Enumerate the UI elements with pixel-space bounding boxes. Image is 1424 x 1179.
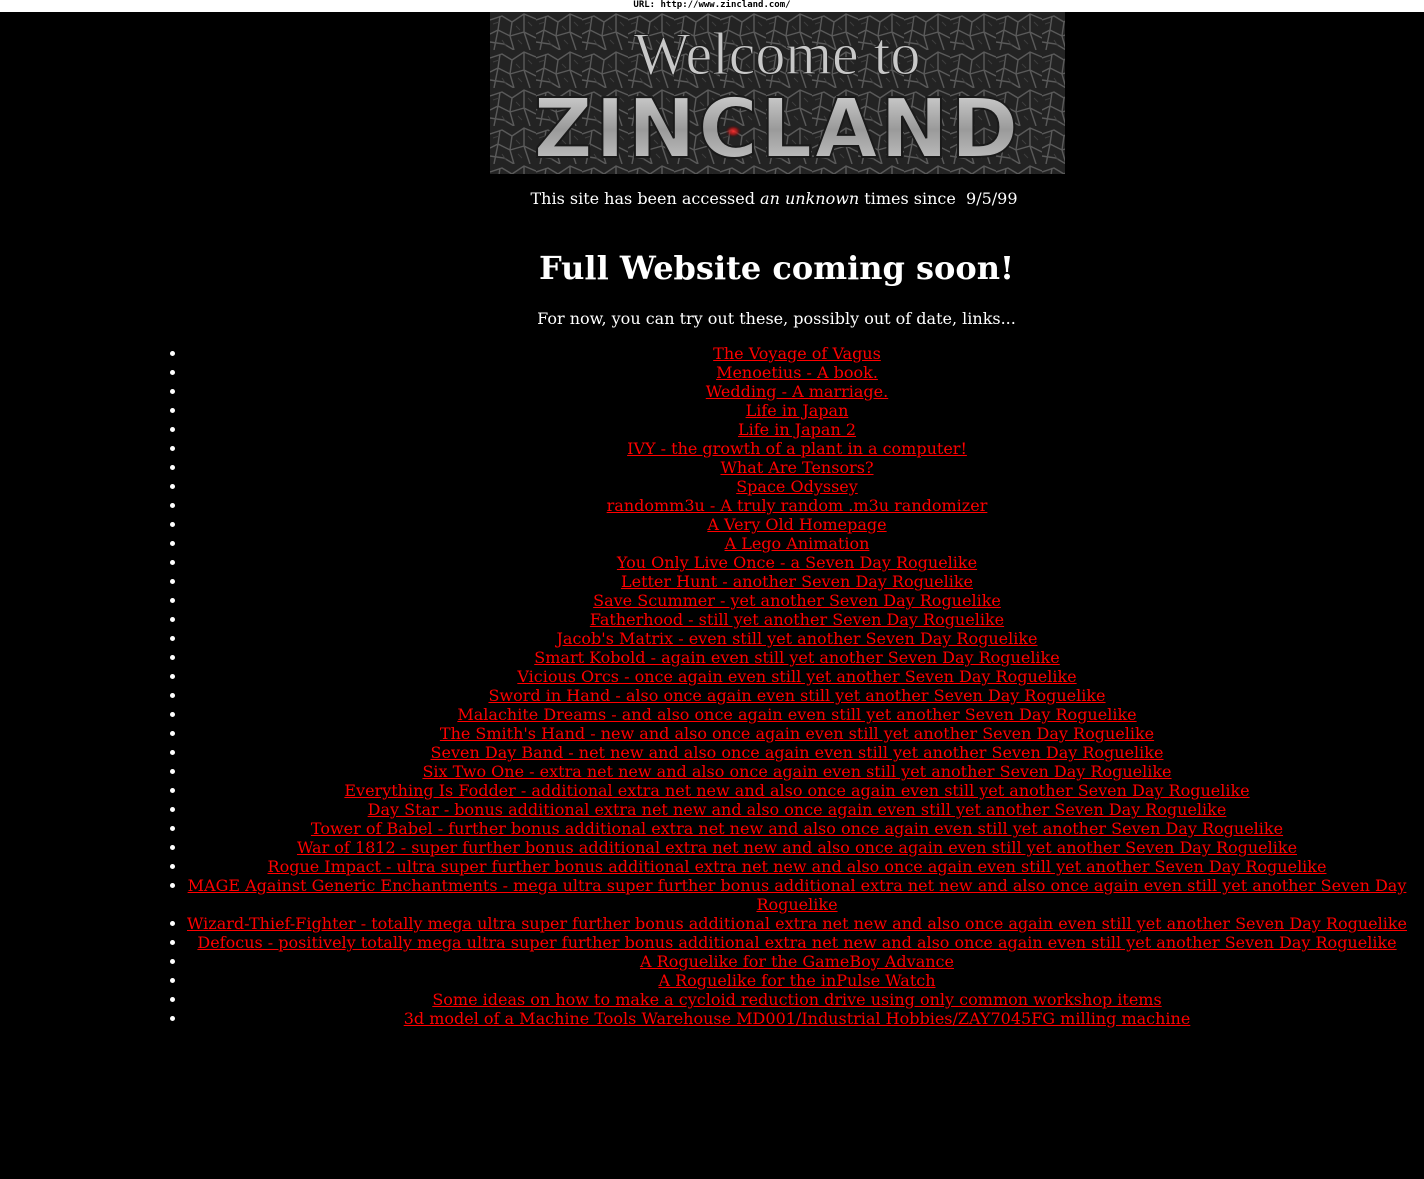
project-link[interactable]: Six Two One - extra net new and also onc… — [422, 762, 1171, 781]
project-link[interactable]: IVY - the growth of a plant in a compute… — [627, 439, 967, 458]
intro-text: For now, you can try out these, possibly… — [537, 309, 1016, 328]
project-link[interactable]: Jacob's Matrix - even still yet another … — [557, 629, 1038, 648]
list-item: Tower of Babel - further bonus additiona… — [187, 819, 1407, 838]
project-link[interactable]: Menoetius - A book. — [716, 363, 878, 382]
list-item: Six Two One - extra net new and also onc… — [187, 762, 1407, 781]
list-item: Rogue Impact - ultra super further bonus… — [187, 857, 1407, 876]
project-link[interactable]: A Lego Animation — [725, 534, 870, 553]
counter-value: an unknown — [760, 189, 860, 208]
project-link[interactable]: Day Star - bonus additional extra net ne… — [368, 800, 1227, 819]
banner-line-2: ZINCLAND — [533, 82, 1020, 174]
list-item: Life in Japan — [187, 401, 1407, 420]
page-headline: Full Website coming soon! — [538, 249, 1015, 287]
list-item: You Only Live Once - a Seven Day Rogueli… — [187, 553, 1407, 572]
project-link[interactable]: Tower of Babel - further bonus additiona… — [311, 819, 1283, 838]
list-item: Wedding - A marriage. — [187, 382, 1407, 401]
visit-counter: This site has been accessed an unknown t… — [0, 188, 1424, 210]
project-link[interactable]: Defocus - positively totally mega ultra … — [197, 933, 1396, 952]
list-item: Wizard-Thief-Fighter - totally mega ultr… — [187, 914, 1407, 933]
project-link[interactable]: Malachite Dreams - and also once again e… — [457, 705, 1136, 724]
project-link[interactable]: War of 1812 - super further bonus additi… — [297, 838, 1297, 857]
counter-prefix: This site has been accessed — [530, 189, 761, 208]
project-link[interactable]: Fatherhood - still yet another Seven Day… — [590, 610, 1004, 629]
list-item: A Roguelike for the GameBoy Advance — [187, 952, 1407, 971]
list-item: randomm3u - A truly random .m3u randomiz… — [187, 496, 1407, 515]
list-item: Menoetius - A book. — [187, 363, 1407, 382]
list-item: Fatherhood - still yet another Seven Day… — [187, 610, 1407, 629]
project-link[interactable]: Vicious Orcs - once again even still yet… — [517, 667, 1076, 686]
list-item: A Lego Animation — [187, 534, 1407, 553]
project-link[interactable]: Seven Day Band - net new and also once a… — [431, 743, 1164, 762]
list-item: MAGE Against Generic Enchantments - mega… — [187, 876, 1407, 914]
list-item: A Very Old Homepage — [187, 515, 1407, 534]
project-link[interactable]: Wedding - A marriage. — [706, 382, 888, 401]
project-link[interactable]: MAGE Against Generic Enchantments - mega… — [188, 876, 1407, 914]
project-link[interactable]: Sword in Hand - also once again even sti… — [488, 686, 1105, 705]
list-item: Day Star - bonus additional extra net ne… — [187, 800, 1407, 819]
list-item: Seven Day Band - net new and also once a… — [187, 743, 1407, 762]
list-item: Malachite Dreams - and also once again e… — [187, 705, 1407, 724]
project-link-list: The Voyage of VagusMenoetius - A book.We… — [187, 344, 1407, 1028]
project-link[interactable]: 3d model of a Machine Tools Warehouse MD… — [404, 1009, 1191, 1028]
project-link[interactable]: The Voyage of Vagus — [713, 344, 881, 363]
project-link[interactable]: A Roguelike for the inPulse Watch — [658, 971, 935, 990]
counter-suffix: times since 9/5/99 — [859, 189, 1018, 208]
list-item: Sword in Hand - also once again even sti… — [187, 686, 1407, 705]
project-link[interactable]: Rogue Impact - ultra super further bonus… — [268, 857, 1327, 876]
project-link[interactable]: randomm3u - A truly random .m3u randomiz… — [607, 496, 988, 515]
project-link[interactable]: A Roguelike for the GameBoy Advance — [640, 952, 954, 971]
project-link[interactable]: Life in Japan — [746, 401, 849, 420]
list-item: Some ideas on how to make a cycloid redu… — [187, 990, 1407, 1009]
list-item: War of 1812 - super further bonus additi… — [187, 838, 1407, 857]
project-link[interactable]: Everything Is Fodder - additional extra … — [344, 781, 1249, 800]
project-link[interactable]: Wizard-Thief-Fighter - totally mega ultr… — [187, 914, 1407, 933]
list-item: Smart Kobold - again even still yet anot… — [187, 648, 1407, 667]
project-link[interactable]: What Are Tensors? — [720, 458, 873, 477]
project-link[interactable]: Smart Kobold - again even still yet anot… — [534, 648, 1059, 667]
list-item: What Are Tensors? — [187, 458, 1407, 477]
list-item: Jacob's Matrix - even still yet another … — [187, 629, 1407, 648]
project-link[interactable]: Life in Japan 2 — [738, 420, 856, 439]
welcome-banner-image: Welcome to ZINCLAND — [490, 12, 1065, 174]
project-link[interactable]: Some ideas on how to make a cycloid redu… — [432, 990, 1161, 1009]
list-item: Letter Hunt - another Seven Day Roguelik… — [187, 572, 1407, 591]
project-link[interactable]: A Very Old Homepage — [707, 515, 886, 534]
list-item: 3d model of a Machine Tools Warehouse MD… — [187, 1009, 1407, 1028]
list-item: The Voyage of Vagus — [187, 344, 1407, 363]
project-link[interactable]: Space Odyssey — [736, 477, 858, 496]
url-bar: URL: http://www.zincland.com/ — [0, 0, 1424, 12]
project-link[interactable]: Letter Hunt - another Seven Day Roguelik… — [621, 572, 973, 591]
project-link[interactable]: Save Scummer - yet another Seven Day Rog… — [593, 591, 1001, 610]
list-item: Everything Is Fodder - additional extra … — [187, 781, 1407, 800]
list-item: Life in Japan 2 — [187, 420, 1407, 439]
list-item: Vicious Orcs - once again even still yet… — [187, 667, 1407, 686]
banner-line-1: Welcome to — [634, 21, 921, 87]
list-item: The Smith's Hand - new and also once aga… — [187, 724, 1407, 743]
project-link[interactable]: The Smith's Hand - new and also once aga… — [440, 724, 1154, 743]
list-item: Space Odyssey — [187, 477, 1407, 496]
list-item: A Roguelike for the inPulse Watch — [187, 971, 1407, 990]
list-item: IVY - the growth of a plant in a compute… — [187, 439, 1407, 458]
project-link[interactable]: You Only Live Once - a Seven Day Rogueli… — [617, 553, 977, 572]
list-item: Save Scummer - yet another Seven Day Rog… — [187, 591, 1407, 610]
list-item: Defocus - positively totally mega ultra … — [187, 933, 1407, 952]
